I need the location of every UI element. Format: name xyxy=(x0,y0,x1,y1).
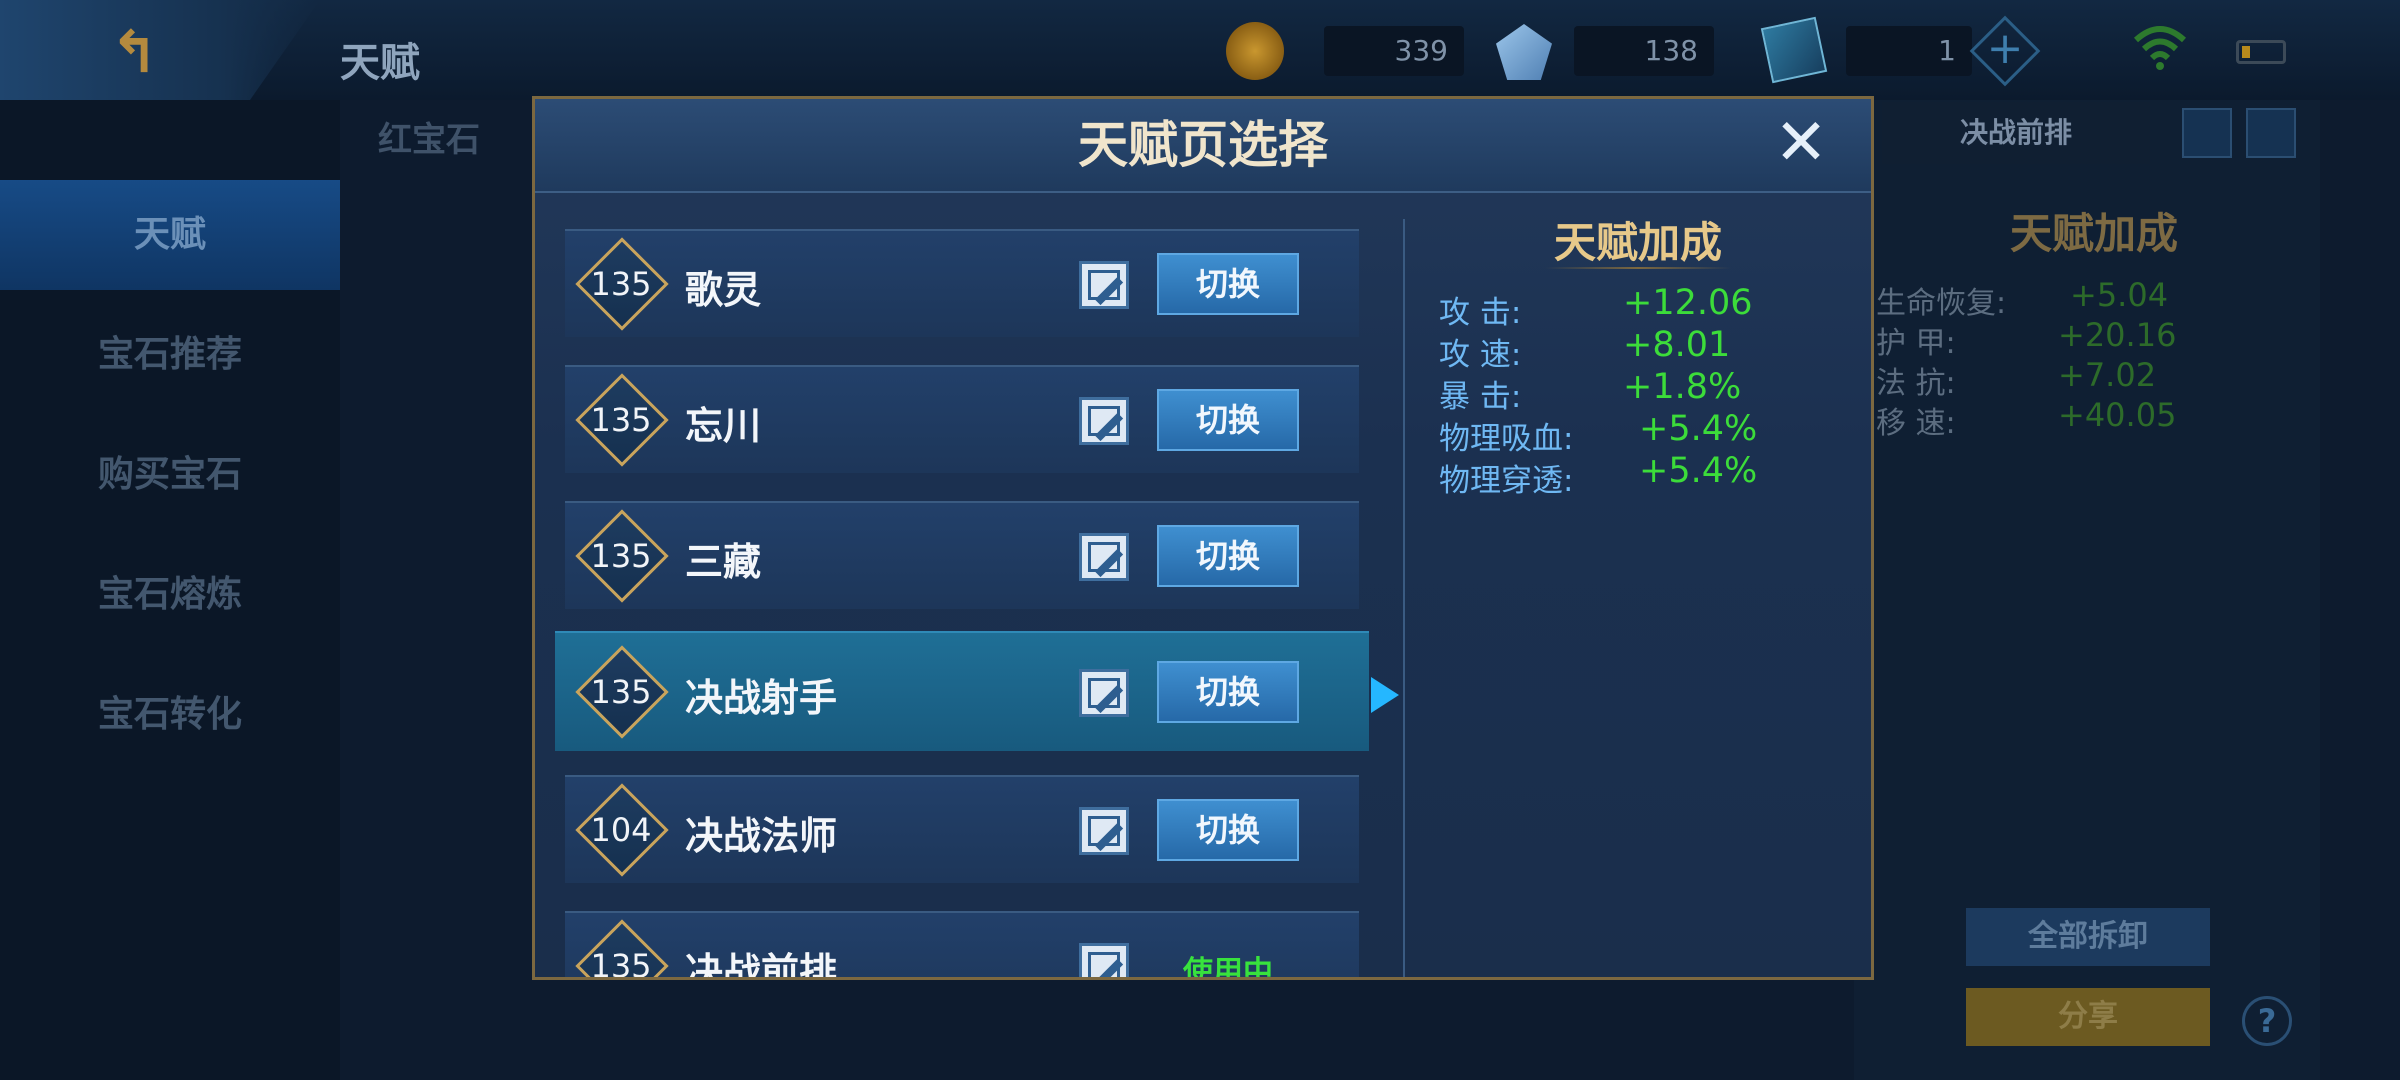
diamond-count: 138 xyxy=(1574,26,1714,76)
edit-icon xyxy=(1088,270,1124,306)
gold-coin-icon xyxy=(1226,22,1284,80)
stat-value: +1.8% xyxy=(1623,367,1742,407)
switch-button[interactable]: 切换 xyxy=(1157,253,1299,315)
list-item[interactable]: 135 决战前排 使用中 xyxy=(565,911,1359,980)
panel-divider xyxy=(1403,219,1405,977)
pen-icon xyxy=(1094,684,1124,714)
back-arrow-icon: ↰ xyxy=(110,18,159,86)
edit-icon xyxy=(1088,542,1124,578)
stat-value: +5.4% xyxy=(1639,409,1758,449)
ticket-count: 1 xyxy=(1846,26,1972,76)
in-use-label: 使用中 xyxy=(1183,955,1273,980)
edit-button[interactable] xyxy=(1079,943,1129,977)
page-level: 135 xyxy=(590,401,652,439)
stat-label: 移 速: xyxy=(1876,406,1956,441)
page-name: 歌灵 xyxy=(685,268,762,312)
page-level: 135 xyxy=(590,673,652,711)
stat-label: 生命恢复: xyxy=(1876,286,2007,321)
unload-all-button[interactable]: 全部拆卸 xyxy=(1966,908,2210,966)
wifi-icon xyxy=(2133,26,2187,70)
page-level: 135 xyxy=(590,537,652,575)
sidebar-item-talent[interactable]: 天赋 xyxy=(0,180,340,290)
help-button[interactable]: ? xyxy=(2242,996,2292,1046)
title-underline xyxy=(1545,267,1731,269)
selected-arrow-icon xyxy=(1371,677,1399,713)
battery-level xyxy=(2242,46,2250,58)
switch-button[interactable]: 切换 xyxy=(1157,799,1299,861)
switch-button[interactable]: 切换 xyxy=(1157,389,1299,451)
page-level: 135 xyxy=(590,947,652,980)
edit-button[interactable] xyxy=(1079,397,1129,445)
page-name: 三藏 xyxy=(685,540,762,584)
bonus-title: 天赋加成 xyxy=(1553,218,1722,267)
switch-button[interactable]: 切换 xyxy=(1157,661,1299,723)
edit-page-button[interactable] xyxy=(2182,108,2232,158)
stat-label: 护 甲: xyxy=(1876,326,1956,361)
background-bonus-title: 天赋加成 xyxy=(2010,209,2179,258)
stat-value: +12.06 xyxy=(1623,283,1753,323)
stat-value: +5.4% xyxy=(1639,451,1758,491)
stat-value: +5.04 xyxy=(2070,276,2169,314)
talent-page-dropdown[interactable]: 决战前排 xyxy=(1882,102,2150,164)
list-item-selected[interactable]: 135 决战射手 切换 xyxy=(555,631,1369,751)
share-button[interactable]: 分享 xyxy=(1966,988,2210,1046)
stat-value: +20.16 xyxy=(2058,316,2177,354)
sidebar-item-gem-smelt[interactable]: 宝石熔炼 xyxy=(0,540,340,650)
pen-icon xyxy=(1094,822,1124,852)
page-level: 104 xyxy=(590,811,652,849)
pen-icon xyxy=(1094,958,1124,977)
stat-value: +40.05 xyxy=(2058,396,2177,434)
page-name: 决战法师 xyxy=(685,814,838,858)
sidebar-item-buy-gems[interactable]: 购买宝石 xyxy=(0,420,340,530)
list-item[interactable]: 104 决战法师 切换 xyxy=(565,775,1359,883)
talent-page-select-dialog: 天赋页选择 ✕ 135 歌灵 切换 135 忘川 切换 135 三藏 切换 13… xyxy=(532,96,1874,980)
sidebar-item-gem-recommend[interactable]: 宝石推荐 xyxy=(0,300,340,410)
page-title: 天赋 xyxy=(340,40,420,86)
edit-icon xyxy=(1088,952,1124,977)
grid-view-button[interactable] xyxy=(2246,108,2296,158)
pen-icon xyxy=(1094,276,1124,306)
talent-page-list[interactable]: 135 歌灵 切换 135 忘川 切换 135 三藏 切换 135 决战射手 切… xyxy=(555,229,1375,980)
page-name: 决战前排 xyxy=(685,950,838,980)
pen-icon xyxy=(1094,412,1124,442)
stat-label: 攻 速: xyxy=(1439,337,1522,373)
page-name: 忘川 xyxy=(685,404,762,448)
list-item[interactable]: 135 忘川 切换 xyxy=(565,365,1359,473)
close-button[interactable]: ✕ xyxy=(1771,111,1831,175)
edit-button[interactable] xyxy=(1079,669,1129,717)
stat-value: +7.02 xyxy=(2058,356,2157,394)
gold-count: 339 xyxy=(1324,26,1464,76)
edit-button[interactable] xyxy=(1079,807,1129,855)
pen-icon xyxy=(1094,548,1124,578)
stat-label: 法 抗: xyxy=(1876,366,1956,401)
plus-icon: + xyxy=(1986,23,2024,74)
stat-label: 物理吸血: xyxy=(1439,421,1574,457)
edit-button[interactable] xyxy=(1079,261,1129,309)
list-item[interactable]: 135 三藏 切换 xyxy=(565,501,1359,609)
page-level: 135 xyxy=(590,265,652,303)
edit-icon xyxy=(1088,678,1124,714)
switch-button[interactable]: 切换 xyxy=(1157,525,1299,587)
stat-label: 物理穿透: xyxy=(1439,463,1574,499)
page-name: 决战射手 xyxy=(685,676,838,720)
list-item[interactable]: 135 歌灵 切换 xyxy=(565,229,1359,337)
edit-icon xyxy=(1088,816,1124,852)
edit-icon xyxy=(1088,406,1124,442)
tab-ruby[interactable]: 红宝石 xyxy=(378,112,480,161)
stat-label: 攻 击: xyxy=(1439,295,1522,331)
sidebar-item-gem-convert[interactable]: 宝石转化 xyxy=(0,660,340,770)
edit-button[interactable] xyxy=(1079,533,1129,581)
stat-label: 暴 击: xyxy=(1439,379,1522,415)
stat-value: +8.01 xyxy=(1623,325,1731,365)
battery-icon xyxy=(2236,40,2286,64)
gem-ticket-icon xyxy=(1760,16,1828,84)
dialog-title: 天赋页选择 xyxy=(1078,116,1328,174)
close-icon: ✕ xyxy=(1774,106,1828,180)
